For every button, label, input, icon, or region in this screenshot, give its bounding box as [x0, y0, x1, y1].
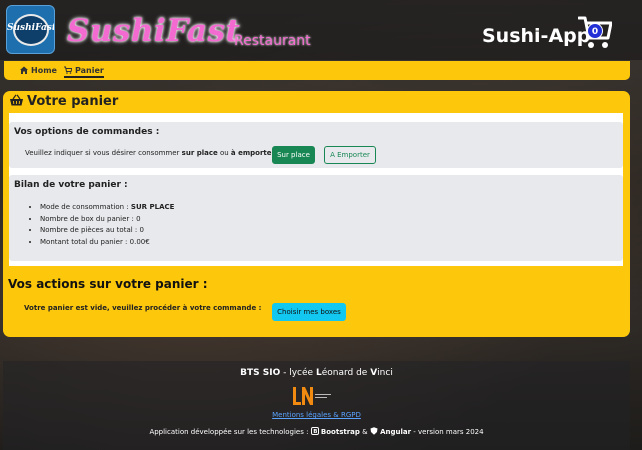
shield-icon — [370, 427, 378, 435]
credit-suffix: - version mars 2024 — [411, 428, 484, 436]
svg-text:B: B — [313, 429, 317, 435]
option-sur-place-text: sur place — [181, 149, 218, 157]
footer-name-1: éonard de — [321, 368, 371, 378]
list-item: Montant total du panier : 0.00€ — [40, 237, 174, 249]
list-item: Nombre de box du panier : 0 — [40, 214, 174, 226]
footer: BTS SIO - lycée Léonard de Vinci Mention… — [3, 361, 630, 450]
cart-icon — [64, 66, 73, 74]
options-panel: Vos options de commandes : Veuillez indi… — [9, 122, 623, 168]
footer-credit: Application développée sur les technolog… — [3, 427, 630, 436]
a-emporter-button[interactable]: A Emporter — [324, 146, 376, 164]
options-text-middle: ou — [217, 149, 231, 157]
restaurant-logo[interactable]: SushiFast — [6, 5, 55, 54]
actions-heading: Vos actions sur votre panier : — [8, 277, 208, 291]
logo-text: SushiFast — [7, 23, 55, 33]
tech-bootstrap: Bootstrap — [320, 428, 360, 436]
list-item: Nombre de pièces au total : 0 — [40, 225, 174, 237]
brand-name: SushiFast — [67, 13, 241, 49]
brand-subtitle: Restaurant — [234, 33, 311, 49]
legal-link[interactable]: Mentions légales & RGPD — [3, 411, 630, 419]
empty-cart-message: Votre panier est vide, veuillez procéder… — [24, 304, 262, 312]
mode-value: SUR PLACE — [130, 203, 175, 211]
choose-boxes-button[interactable]: Choisir mes boxes — [272, 303, 346, 321]
app-title: Sushi-App — [482, 25, 591, 47]
school-logo — [293, 387, 331, 405]
cart-content: Vos options de commandes : Veuillez indi… — [9, 113, 623, 266]
nav-label-home: Home — [31, 66, 57, 75]
options-instruction: Veuillez indiquer si vous désirer consom… — [25, 149, 280, 157]
footer-bts: BTS SIO — [240, 368, 281, 378]
list-item: Mode de consommation : SUR PLACE — [40, 202, 174, 214]
nav-label-panier: Panier — [75, 66, 104, 75]
nav-item-home[interactable]: Home — [20, 66, 57, 80]
bootstrap-icon: B — [310, 427, 319, 435]
footer-lycee: - lycée — [280, 368, 316, 378]
nav-bar: Home Panier — [4, 61, 630, 80]
header-bar: SushiFast SushiFast Restaurant Sushi-App… — [0, 0, 642, 60]
basket-icon — [10, 94, 23, 106]
sur-place-button[interactable]: Sur place — [272, 146, 315, 164]
home-icon — [20, 66, 28, 74]
mode-label: Mode de consommation : — [40, 203, 131, 211]
footer-school: BTS SIO - lycée Léonard de Vinci — [3, 368, 630, 378]
footer-name-2: inci — [377, 368, 393, 378]
bilan-panel: Bilan de votre panier : Mode de consomma… — [9, 175, 623, 261]
bilan-list: Mode de consommation : SUR PLACE Nombre … — [29, 202, 174, 248]
cart-card: Votre panier Vos options de commandes : … — [3, 91, 630, 337]
cart-count-badge[interactable]: 0 — [587, 23, 603, 39]
options-heading: Vos options de commandes : — [14, 127, 160, 137]
page-title: Votre panier — [9, 94, 118, 109]
bilan-heading: Bilan de votre panier : — [14, 180, 128, 190]
nav-item-panier[interactable]: Panier — [64, 66, 104, 78]
credit-prefix: Application développée sur les technolog… — [149, 428, 311, 436]
option-emporter-text: à emporter — [230, 149, 275, 157]
tech-angular: Angular — [380, 428, 412, 436]
credit-amp: & — [359, 428, 370, 436]
page-title-text: Votre panier — [27, 94, 119, 109]
options-text-prefix: Veuillez indiquer si vous désirer consom… — [25, 149, 182, 157]
